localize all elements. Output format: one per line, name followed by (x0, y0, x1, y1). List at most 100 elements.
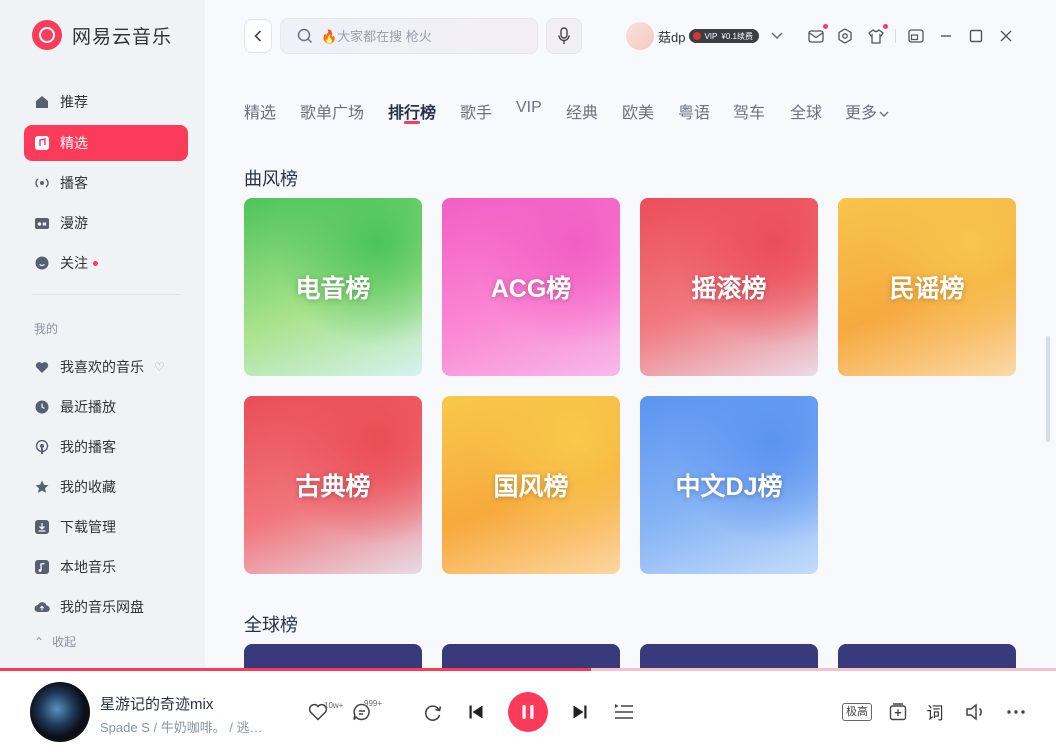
sidebar-item-recent[interactable]: 最近播放 (24, 389, 188, 425)
tab-cantonese[interactable]: 粤语 (678, 99, 710, 123)
username[interactable]: 菇dp (658, 27, 685, 46)
microphone-icon (558, 27, 570, 44)
chart-card[interactable]: 民谣榜 (838, 198, 1016, 376)
sidebar-item-featured[interactable]: 精选 (24, 125, 188, 161)
vip-label: VIP (704, 31, 718, 41)
close-icon (1000, 30, 1012, 42)
add-to-playlist-button[interactable] (886, 700, 910, 724)
voice-search-button[interactable] (546, 18, 582, 54)
sidebar-item-my-podcast[interactable]: 我的播客 (24, 429, 188, 465)
back-button[interactable] (244, 19, 272, 53)
tab-driving[interactable]: 驾车 (733, 99, 765, 123)
settings-button[interactable] (835, 26, 855, 46)
chart-card-label: 民谣榜 (889, 275, 965, 303)
chart-card[interactable]: 电音榜 (244, 198, 422, 376)
tab-classic[interactable]: 经典 (566, 99, 598, 123)
global-chart-card[interactable] (838, 644, 1016, 668)
chart-card[interactable]: 摇滚榜 (640, 198, 818, 376)
album-cover[interactable] (30, 682, 90, 742)
heartbeat-mode-icon[interactable]: ♡ (154, 360, 165, 374)
tab-vip[interactable]: VIP (516, 99, 542, 117)
global-chart-card[interactable] (640, 644, 818, 668)
vip-badge[interactable]: VIP ¥0.1续费 (689, 29, 759, 43)
music-note-icon (34, 135, 50, 151)
tab-featured[interactable]: 精选 (244, 99, 276, 123)
chart-card-label: ACG榜 (490, 275, 572, 303)
messages-button[interactable] (806, 24, 828, 46)
vip-price: ¥0.1续费 (721, 31, 753, 41)
tab-artists[interactable]: 歌手 (460, 99, 492, 123)
global-chart-card[interactable] (244, 644, 422, 668)
chevron-up-icon: ⌃ (34, 635, 45, 649)
sidebar-item-label: 关注 (60, 255, 88, 271)
search-box[interactable] (280, 18, 538, 54)
maximize-button[interactable] (966, 26, 986, 46)
tab-more[interactable]: 更多 (845, 99, 889, 123)
sidebar-item-downloads[interactable]: 下载管理 (24, 509, 188, 545)
podcast-icon (34, 439, 50, 455)
sidebar-item-collection[interactable]: 我的收藏 (24, 469, 188, 505)
search-icon (297, 28, 313, 44)
volume-icon (966, 703, 982, 721)
sidebar-divider (32, 294, 180, 295)
repeat-mode-button[interactable] (420, 700, 444, 724)
chart-card[interactable]: 中文DJ榜 (640, 396, 818, 574)
close-button[interactable] (996, 26, 1016, 46)
mini-mode-button[interactable] (906, 26, 926, 46)
song-artist[interactable]: Spade S / 牛奶咖啡。 / 逃… (100, 717, 280, 736)
sidebar-item-label: 我的收藏 (60, 479, 116, 495)
collapse-button[interactable]: ⌃ 收起 (34, 633, 76, 650)
global-chart-card[interactable] (442, 644, 620, 668)
sidebar-item-podcast[interactable]: 播客 (24, 165, 188, 201)
app-logo[interactable]: 网易云音乐 (32, 20, 172, 50)
chevron-down-icon[interactable] (771, 32, 783, 40)
my-section-label: 我的 (34, 322, 59, 336)
sidebar-item-cloud-drive[interactable]: 我的音乐网盘 (24, 589, 188, 625)
skin-button[interactable] (866, 24, 888, 46)
tab-western[interactable]: 欧美 (622, 99, 654, 123)
tshirt-icon (868, 28, 884, 44)
collapse-label: 收起 (52, 635, 77, 649)
previous-button[interactable] (464, 700, 488, 724)
more-options-button[interactable] (1004, 700, 1028, 724)
search-input[interactable] (321, 28, 521, 44)
sidebar-item-follow[interactable]: 关注 (24, 245, 188, 281)
playlist-button[interactable] (612, 700, 636, 724)
add-box-icon (889, 703, 907, 721)
tab-charts[interactable]: 排行榜 (388, 99, 436, 123)
scrollbar[interactable] (1046, 336, 1050, 442)
broadcast-icon (34, 175, 50, 191)
local-music-icon (34, 559, 50, 575)
chart-card[interactable]: 古典榜 (244, 396, 422, 574)
notification-dot (883, 24, 888, 29)
pause-button[interactable] (508, 692, 548, 732)
tab-playlist-square[interactable]: 歌单广场 (300, 99, 364, 123)
skip-previous-icon (469, 705, 483, 719)
sidebar-item-label: 我喜欢的音乐 (60, 359, 144, 375)
next-button[interactable] (568, 700, 592, 724)
chart-card[interactable]: ACG榜 (442, 198, 620, 376)
sidebar-item-liked-music[interactable]: 我喜欢的音乐 ♡ (24, 349, 188, 385)
chart-card-label: 国风榜 (493, 473, 569, 501)
avatar[interactable] (626, 22, 654, 50)
lyrics-button[interactable]: 词 (922, 698, 948, 724)
chevron-down-icon (879, 111, 889, 117)
user-menu[interactable]: 菇dp VIP ¥0.1续费 (626, 22, 783, 50)
sidebar-item-roam[interactable]: 漫游 (24, 205, 188, 241)
more-horizontal-icon (1007, 710, 1025, 714)
section-title-genre-charts: 曲风榜 (244, 169, 298, 189)
notification-dot (93, 260, 98, 266)
loop-icon (424, 705, 442, 721)
chart-card[interactable]: 国风榜 (442, 396, 620, 574)
chart-card-label: 摇滚榜 (691, 275, 767, 303)
minimize-button[interactable] (936, 26, 956, 46)
comment-count: 999+ (364, 699, 383, 708)
sidebar-item-label: 我的音乐网盘 (60, 599, 144, 615)
tab-global[interactable]: 全球 (790, 99, 822, 123)
volume-button[interactable] (964, 700, 988, 724)
header-divider (895, 29, 896, 43)
sidebar-item-local-music[interactable]: 本地音乐 (24, 549, 188, 585)
sidebar-item-recommend[interactable]: 推荐 (24, 84, 188, 120)
song-title[interactable]: 星游记的奇迹mix (100, 693, 213, 714)
quality-button[interactable]: 极高 (842, 703, 872, 721)
